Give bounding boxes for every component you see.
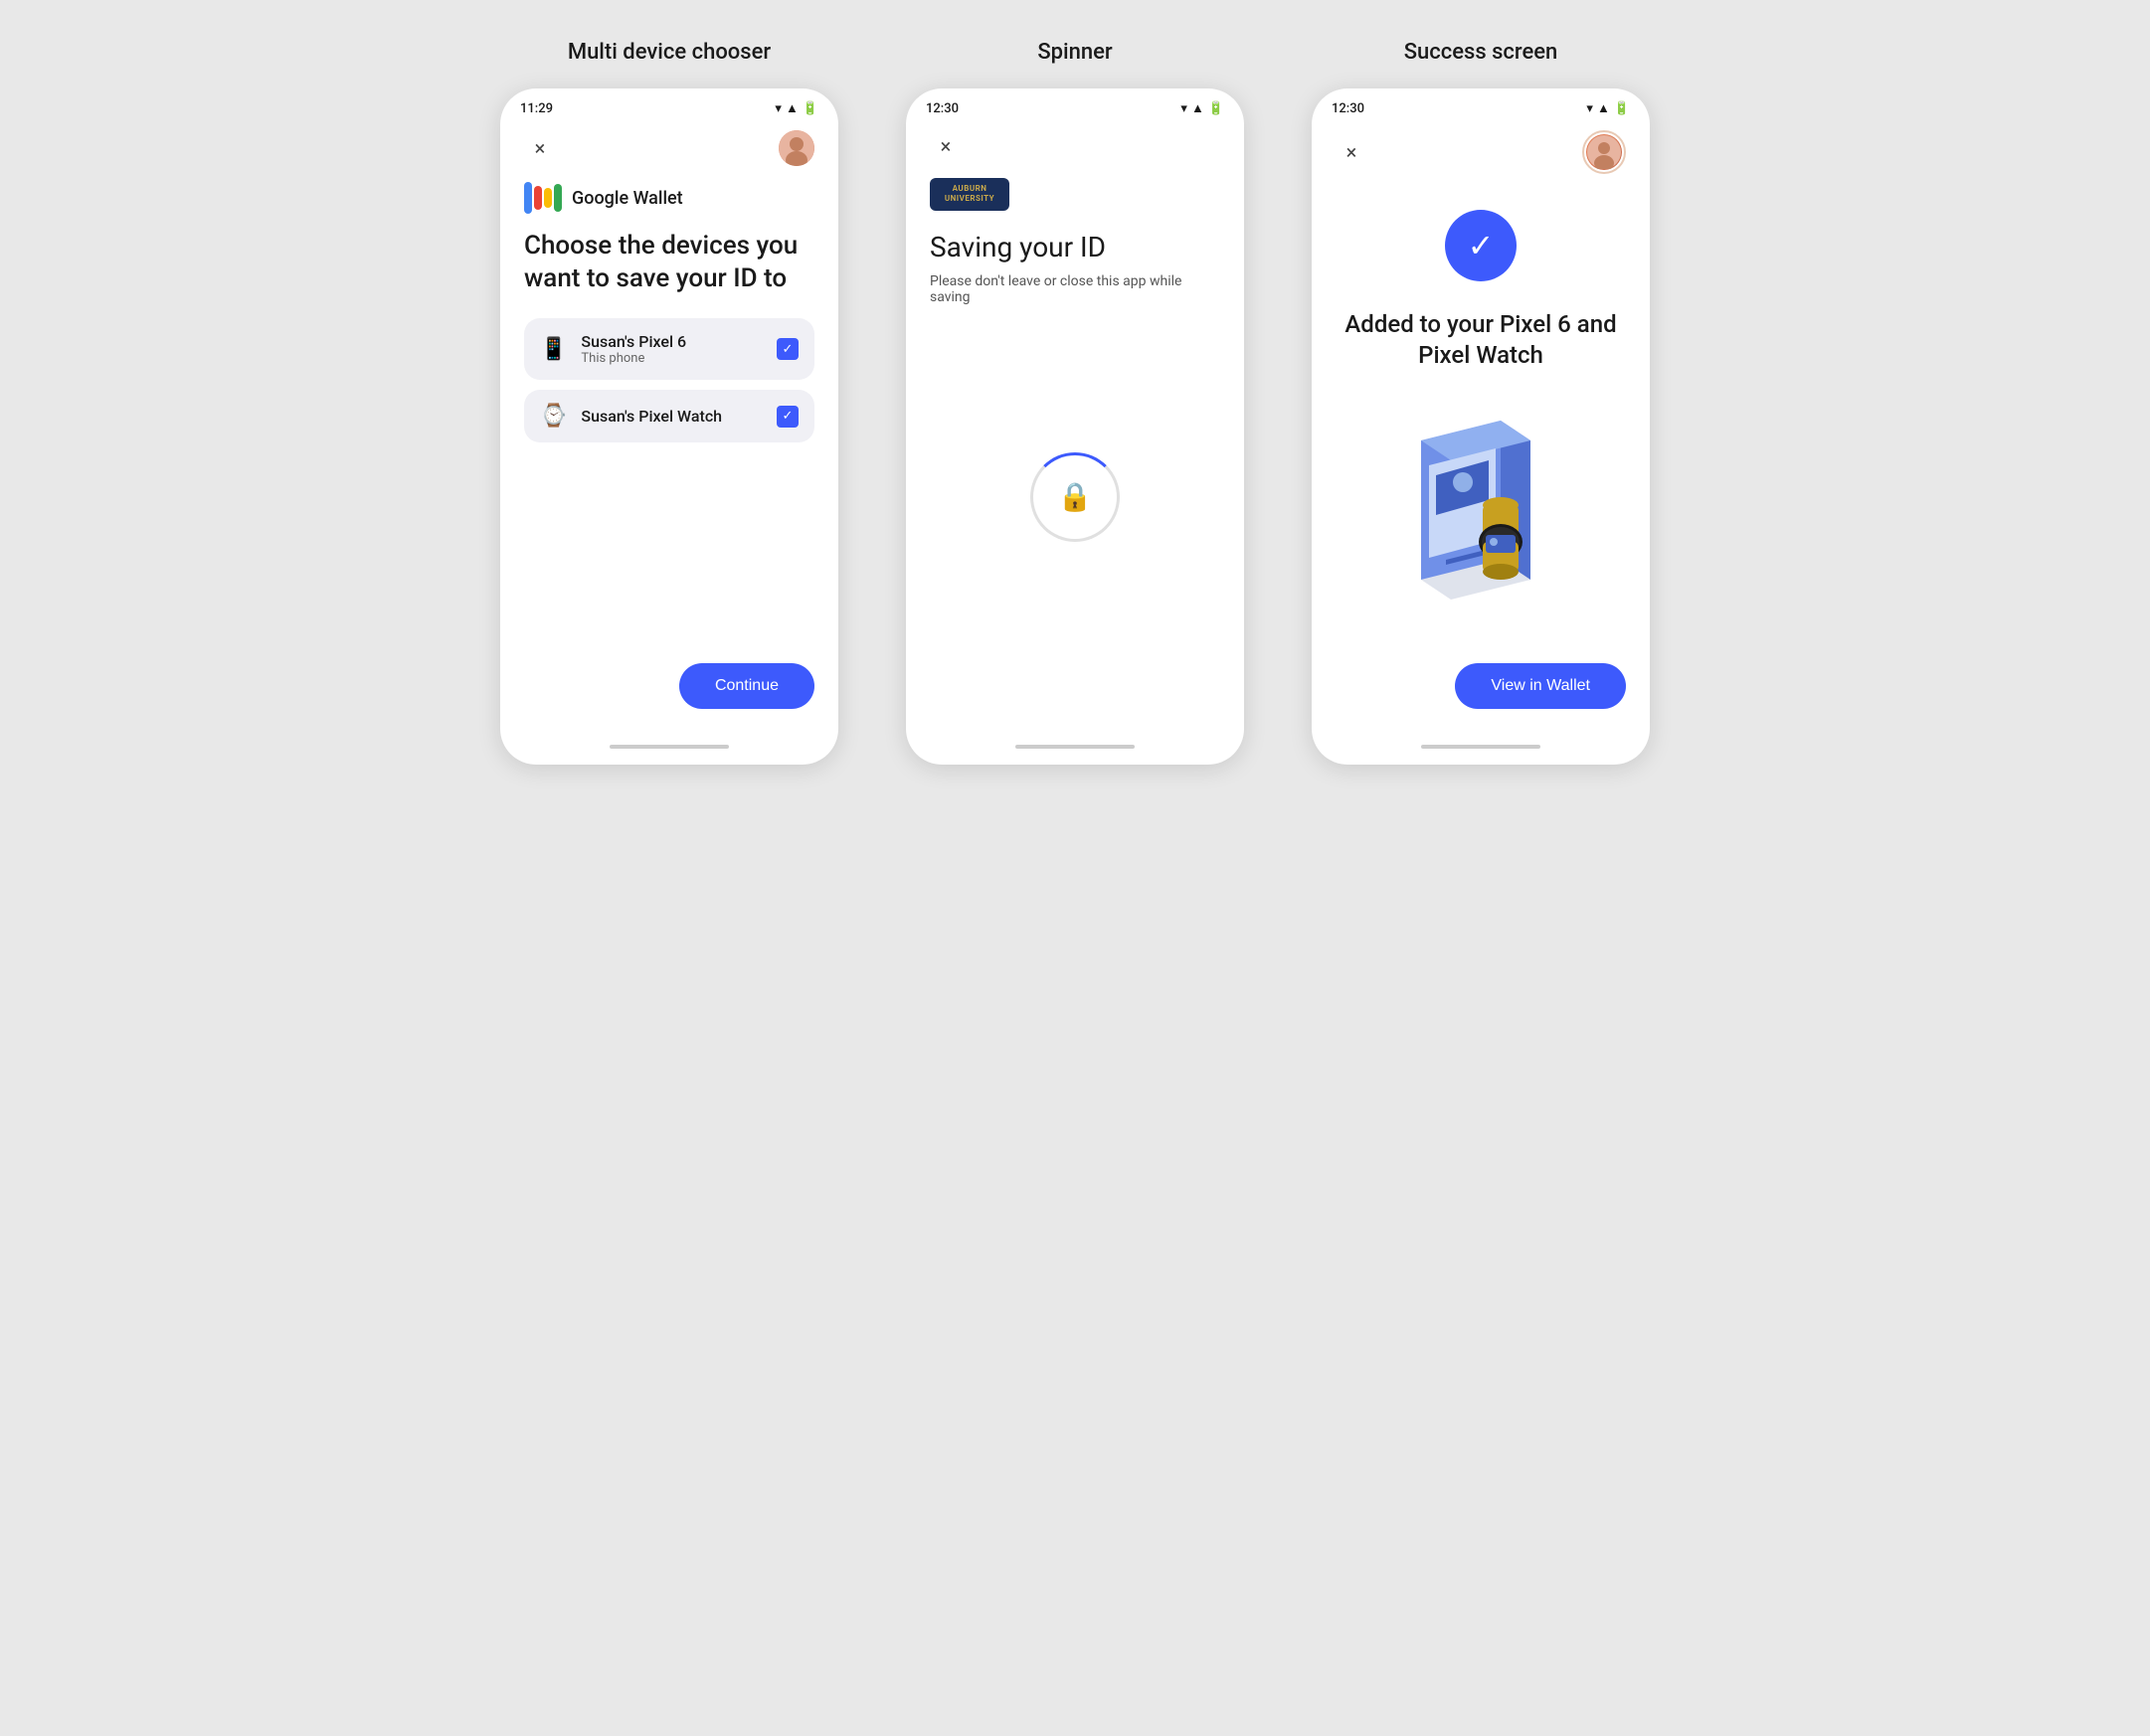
continue-button[interactable]: Continue	[679, 663, 814, 709]
avatar-1	[779, 130, 814, 166]
illustration-svg	[1371, 401, 1590, 600]
spinner-ring: 🔒	[1030, 452, 1120, 542]
device-info-pixel6: Susan's Pixel 6 This phone	[581, 332, 763, 366]
main-heading-1: Choose the devices you want to save your…	[524, 230, 814, 294]
avatar-ring-3	[1582, 130, 1626, 174]
logo-yellow	[544, 188, 552, 208]
checkbox-pixel6[interactable]: ✓	[777, 338, 799, 360]
home-indicator-3	[1421, 745, 1540, 749]
battery-icon-2: 🔋	[1208, 101, 1224, 116]
success-heading: Added to your Pixel 6 and Pixel Watch	[1336, 309, 1626, 371]
section-title-2: Spinner	[1037, 40, 1112, 73]
status-icons-2: ▾ ▲ 🔋	[1180, 100, 1224, 116]
check-icon: ✓	[1468, 227, 1495, 264]
spinner-content: × AUBURN UNIVERSITY Saving your ID Pleas…	[906, 122, 1244, 733]
device-item-watch[interactable]: ⌚ Susan's Pixel Watch ✓	[524, 390, 814, 442]
top-bar-2: ×	[930, 122, 1220, 178]
time-2: 12:30	[926, 101, 959, 116]
wallet-name: Google Wallet	[572, 188, 683, 209]
logo-blue	[524, 182, 532, 214]
university-text-line1: AUBURN	[953, 184, 987, 194]
home-indicator-2	[1015, 745, 1135, 749]
battery-icon-3: 🔋	[1614, 101, 1630, 116]
time-1: 11:29	[520, 101, 553, 116]
close-button-1[interactable]: ×	[524, 132, 556, 164]
google-wallet-logo	[524, 182, 562, 214]
spinner-area: 🔒	[930, 365, 1220, 709]
phone-device-icon: 📱	[540, 337, 567, 362]
device-name-pixel6: Susan's Pixel 6	[581, 332, 763, 351]
phone-frame-3: 12:30 ▾ ▲ 🔋 ×	[1312, 88, 1650, 765]
success-checkmark: ✓	[1445, 210, 1517, 281]
top-bar-1: ×	[524, 122, 814, 182]
phone-content-1: ×	[500, 122, 838, 733]
status-icons-3: ▾ ▲ 🔋	[1586, 100, 1630, 116]
wifi-icon-3: ▾	[1586, 101, 1593, 116]
university-text-line2: UNIVERSITY	[945, 194, 994, 204]
close-button-3[interactable]: ×	[1336, 136, 1367, 168]
saving-heading: Saving your ID	[930, 231, 1220, 263]
section-title-1: Multi device chooser	[568, 40, 771, 73]
wallet-brand: Google Wallet	[524, 182, 814, 214]
status-bar-3: 12:30 ▾ ▲ 🔋	[1312, 88, 1650, 122]
home-indicator-1	[610, 745, 729, 749]
status-bar-1: 11:29 ▾ ▲ 🔋	[500, 88, 838, 122]
spinner-section: Spinner 12:30 ▾ ▲ 🔋 × AUBURN UNIVERSI	[884, 40, 1266, 765]
avatar-3	[1586, 134, 1622, 170]
device-item-pixel6[interactable]: 📱 Susan's Pixel 6 This phone ✓	[524, 318, 814, 380]
page-container: Multi device chooser 11:29 ▾ ▲ 🔋 ×	[478, 40, 1672, 765]
success-content: × ✓ Adde	[1312, 122, 1650, 733]
spacer-1	[524, 466, 814, 663]
phone-frame-2: 12:30 ▾ ▲ 🔋 × AUBURN UNIVERSITY Saving y…	[906, 88, 1244, 765]
view-wallet-button[interactable]: View in Wallet	[1455, 663, 1626, 709]
university-badge: AUBURN UNIVERSITY	[930, 178, 1009, 211]
status-icons-1: ▾ ▲ 🔋	[775, 100, 818, 116]
device-sub-pixel6: This phone	[581, 351, 763, 366]
logo-green	[554, 184, 562, 212]
device-list: 📱 Susan's Pixel 6 This phone ✓ ⌚ Susan's…	[524, 318, 814, 442]
status-bar-2: 12:30 ▾ ▲ 🔋	[906, 88, 1244, 122]
device-info-watch: Susan's Pixel Watch	[581, 407, 763, 426]
top-bar-3: ×	[1336, 122, 1626, 190]
checkbox-watch[interactable]: ✓	[777, 406, 799, 428]
signal-icon-3: ▲	[1597, 100, 1610, 116]
lock-icon: 🔒	[1058, 480, 1093, 513]
saving-subtext: Please don't leave or close this app whi…	[930, 273, 1220, 305]
success-section: Success screen 12:30 ▾ ▲ 🔋 ×	[1290, 40, 1672, 765]
signal-icon-2: ▲	[1191, 100, 1204, 116]
signal-icon: ▲	[786, 100, 799, 116]
watch-device-icon: ⌚	[540, 404, 567, 429]
section-title-3: Success screen	[1404, 40, 1558, 73]
time-3: 12:30	[1332, 101, 1364, 116]
phone-frame-1: 11:29 ▾ ▲ 🔋 ×	[500, 88, 838, 765]
device-name-watch: Susan's Pixel Watch	[581, 407, 763, 426]
close-button-2[interactable]: ×	[930, 130, 962, 162]
device-illustration	[1371, 401, 1590, 600]
logo-red	[534, 186, 542, 210]
battery-icon: 🔋	[803, 101, 818, 116]
multi-device-section: Multi device chooser 11:29 ▾ ▲ 🔋 ×	[478, 40, 860, 765]
wifi-icon-2: ▾	[1180, 101, 1187, 116]
wifi-icon: ▾	[775, 101, 782, 116]
